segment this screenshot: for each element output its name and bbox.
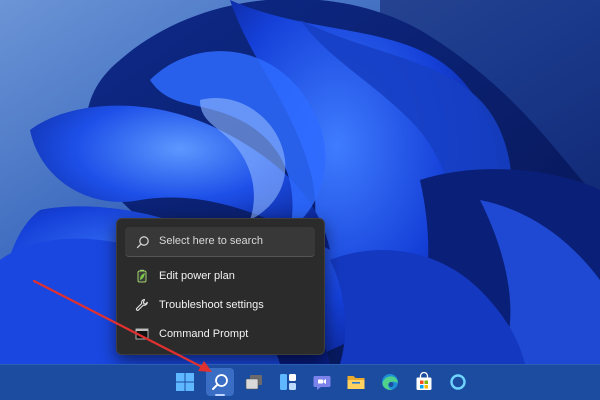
teams-chat-button[interactable]	[308, 368, 336, 396]
search-button[interactable]	[206, 368, 234, 396]
microsoft-store-icon	[416, 372, 432, 390]
menu-item-command-prompt[interactable]: Command Prompt	[117, 322, 324, 348]
search-icon	[136, 236, 149, 249]
menu-item-label: Troubleshoot settings	[159, 299, 264, 311]
cortana-button[interactable]	[444, 368, 472, 396]
command-prompt-icon	[135, 328, 149, 340]
search-input[interactable]: Select here to search	[125, 227, 315, 257]
menu-item-label: Command Prompt	[159, 328, 249, 340]
windows-logo-icon	[176, 373, 194, 391]
file-explorer-button[interactable]	[342, 368, 370, 396]
task-view-icon	[245, 375, 262, 390]
start-button[interactable]	[171, 368, 199, 396]
task-view-button[interactable]	[240, 368, 268, 396]
search-placeholder: Select here to search	[159, 235, 263, 247]
menu-item-edit-power-plan[interactable]: Edit power plan	[117, 264, 324, 290]
search-icon	[212, 374, 228, 390]
wrench-icon	[135, 298, 148, 311]
menu-item-label: Edit power plan	[159, 270, 235, 282]
widgets-button[interactable]	[274, 368, 302, 396]
taskbar	[0, 364, 600, 400]
folder-icon	[347, 376, 365, 389]
search-flyout: Select here to search Edit power plan Tr…	[116, 218, 325, 355]
teams-chat-icon	[313, 376, 331, 390]
cortana-icon	[450, 374, 466, 390]
menu-item-troubleshoot-settings[interactable]: Troubleshoot settings	[117, 293, 324, 319]
edge-browser-icon	[382, 374, 398, 390]
widgets-icon	[280, 374, 296, 390]
battery-leaf-icon	[137, 269, 147, 283]
edge-button[interactable]	[376, 368, 404, 396]
store-button[interactable]	[410, 368, 438, 396]
